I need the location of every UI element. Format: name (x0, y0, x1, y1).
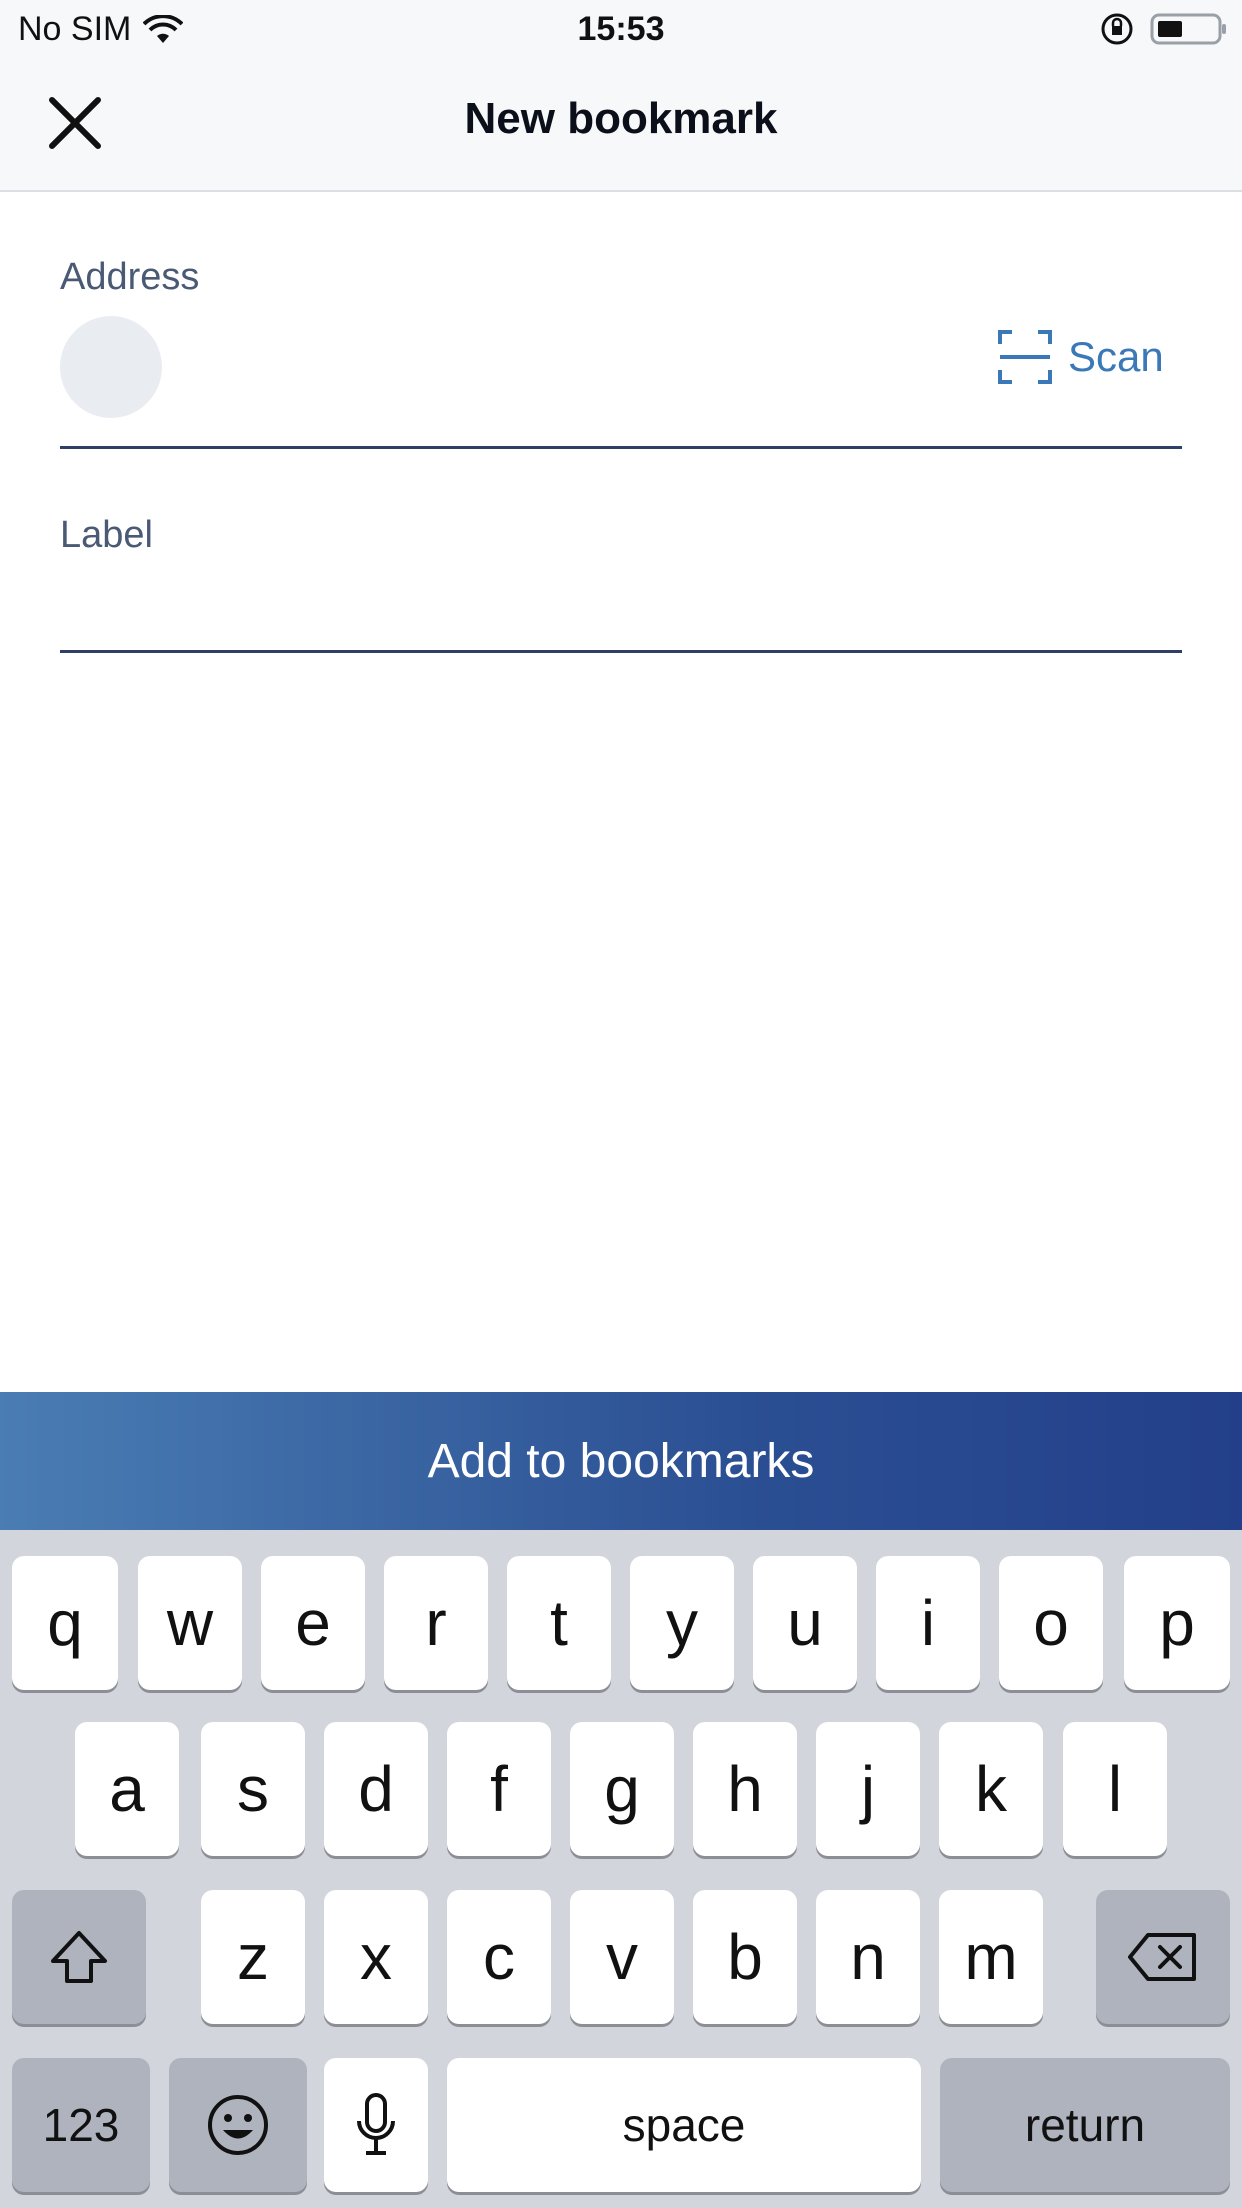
emoji-icon (208, 2095, 268, 2155)
key-f[interactable]: f (447, 1722, 551, 1856)
key-b[interactable]: b (693, 1890, 797, 2024)
numbers-key[interactable]: 123 (12, 2058, 150, 2192)
battery-icon (1150, 13, 1226, 45)
address-label: Address (60, 256, 200, 298)
key-v[interactable]: v (570, 1890, 674, 2024)
shift-key[interactable] (12, 1890, 146, 2024)
key-m[interactable]: m (939, 1890, 1043, 2024)
key-i[interactable]: i (876, 1556, 980, 1690)
key-h[interactable]: h (693, 1722, 797, 1856)
key-s[interactable]: s (201, 1722, 305, 1856)
key-e[interactable]: e (261, 1556, 365, 1690)
status-time: 15:53 (577, 10, 665, 48)
key-o[interactable]: o (999, 1556, 1103, 1690)
key-l[interactable]: l (1063, 1722, 1167, 1856)
key-u[interactable]: u (753, 1556, 857, 1690)
address-underline (60, 446, 1182, 449)
scan-label: Scan (1068, 333, 1164, 380)
key-g[interactable]: g (570, 1722, 674, 1856)
microphone-key[interactable] (324, 2058, 428, 2192)
scan-button[interactable]: Scan (998, 330, 1164, 384)
status-bar: No SIM 15:53 (0, 0, 1242, 62)
key-z[interactable]: z (201, 1890, 305, 2024)
scan-icon (998, 330, 1052, 384)
key-t[interactable]: t (507, 1556, 611, 1690)
key-y[interactable]: y (630, 1556, 734, 1690)
label-underline (60, 650, 1182, 653)
key-x[interactable]: x (324, 1890, 428, 2024)
key-c[interactable]: c (447, 1890, 551, 2024)
shift-icon (51, 1931, 107, 1983)
space-key[interactable]: space (447, 2058, 921, 2192)
key-a[interactable]: a (75, 1722, 179, 1856)
label-input[interactable] (60, 566, 1184, 648)
status-right (1100, 12, 1228, 46)
key-d[interactable]: d (324, 1722, 428, 1856)
page-title: New bookmark (464, 94, 778, 143)
add-to-bookmarks-button[interactable]: Add to bookmarks (0, 1392, 1242, 1530)
return-key[interactable]: return (940, 2058, 1230, 2192)
backspace-key[interactable] (1096, 1890, 1230, 2024)
microphone-icon (357, 2093, 395, 2155)
key-r[interactable]: r (384, 1556, 488, 1690)
emoji-key[interactable] (169, 2058, 307, 2192)
address-avatar (60, 316, 162, 418)
label-field-label: Label (60, 514, 153, 556)
address-input[interactable] (186, 326, 970, 408)
key-j[interactable]: j (816, 1722, 920, 1856)
key-w[interactable]: w (138, 1556, 242, 1690)
navigation-bar: New bookmark (0, 62, 1242, 192)
keyboard: q w e r t y u i o p a s d f g h j k l z … (0, 1530, 1242, 2208)
orientation-lock-icon (1101, 13, 1133, 45)
key-p[interactable]: p (1124, 1556, 1230, 1690)
key-q[interactable]: q (12, 1556, 118, 1690)
key-k[interactable]: k (939, 1722, 1043, 1856)
backspace-icon (1128, 1933, 1196, 1981)
key-n[interactable]: n (816, 1890, 920, 2024)
